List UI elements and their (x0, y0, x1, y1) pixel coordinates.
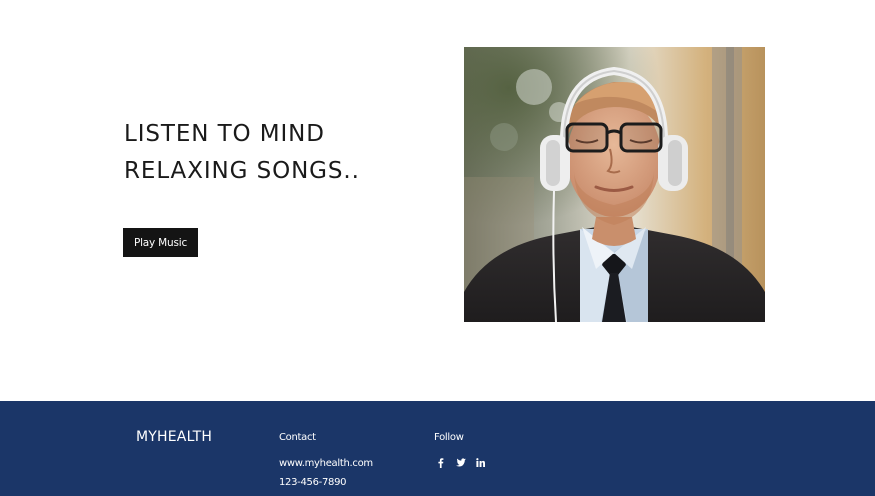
twitter-icon[interactable] (454, 456, 467, 469)
play-music-button[interactable]: Play Music (123, 228, 198, 257)
hero-heading: LISTEN TO MIND RELAXING SONGS.. (124, 116, 414, 190)
contact-phone: 123-456-7890 (279, 477, 347, 488)
hero-heading-line1: LISTEN TO MIND (124, 121, 325, 147)
facebook-icon[interactable] (434, 456, 447, 469)
contact-heading: Contact (279, 432, 316, 443)
hero-photo (464, 47, 765, 322)
linkedin-icon[interactable] (474, 456, 487, 469)
social-links (434, 455, 487, 469)
contact-website-link[interactable]: www.myhealth.com (279, 458, 373, 469)
site-footer: MYHEALTH Contact www.myhealth.com 123-45… (0, 401, 875, 496)
footer-brand: MYHEALTH (136, 429, 213, 445)
hero-heading-line2: RELAXING SONGS.. (124, 158, 360, 184)
follow-heading: Follow (434, 432, 464, 443)
